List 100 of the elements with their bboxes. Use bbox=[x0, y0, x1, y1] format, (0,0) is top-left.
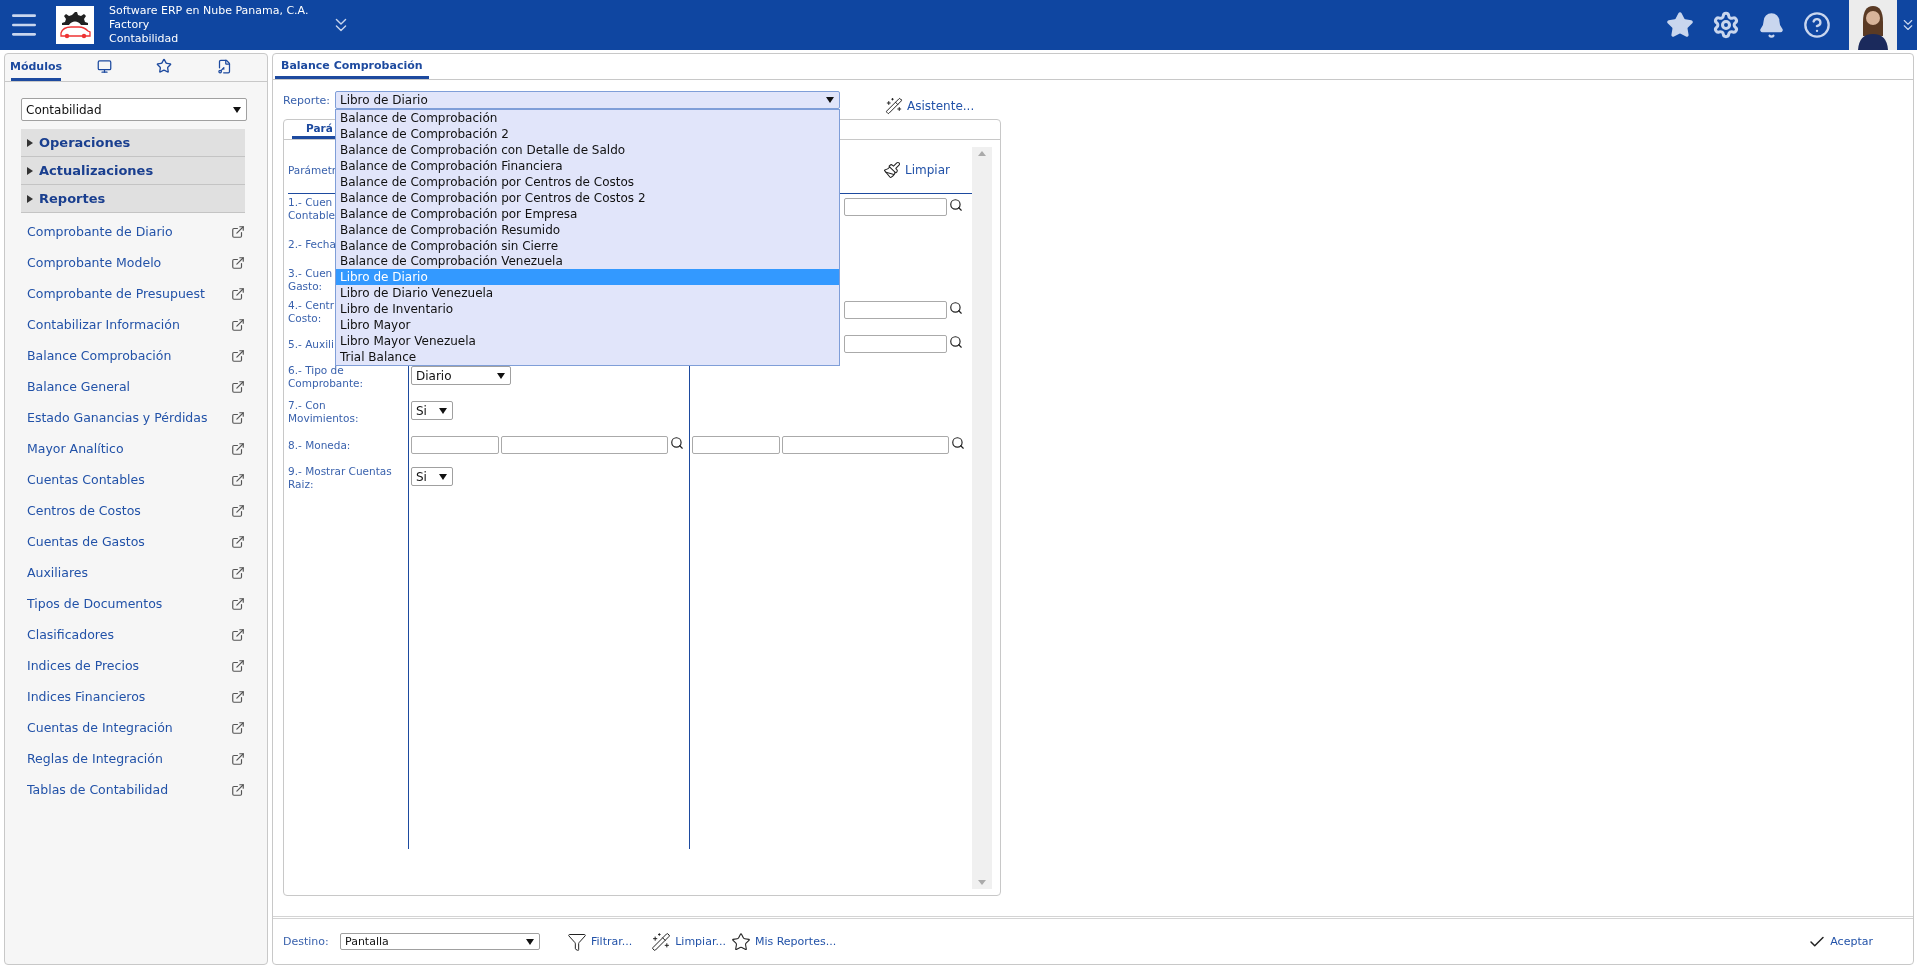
parameter-label: 9.- Mostrar Cuentas Raiz: bbox=[288, 465, 392, 491]
menu-item[interactable]: Balance Comprobación bbox=[21, 340, 245, 371]
menu-item[interactable]: Cuentas Contables bbox=[21, 464, 245, 495]
menu-item[interactable]: Cuentas de Gastos bbox=[21, 526, 245, 557]
star-icon bbox=[156, 58, 172, 74]
search-icon[interactable] bbox=[949, 198, 963, 212]
menu-item[interactable]: Indices Financieros bbox=[21, 681, 245, 712]
parameter-label: 3.- Cuen Gasto: bbox=[288, 267, 333, 293]
menu-item[interactable]: Comprobante Modelo bbox=[21, 247, 245, 278]
input-field[interactable] bbox=[501, 436, 668, 454]
select-field[interactable]: Si bbox=[411, 467, 453, 486]
toolbar-button[interactable]: Filtrar... bbox=[567, 931, 633, 952]
menu-item[interactable]: Centros de Costos bbox=[21, 495, 245, 526]
dropdown-option[interactable]: Balance de Comprobación por Centros de Costos 2 bbox=[335, 189, 839, 206]
dropdown-option[interactable]: Libro Mayor Venezuela bbox=[335, 333, 839, 350]
dropdown-option[interactable]: Balance de Comprobación bbox=[335, 110, 839, 126]
menu-item[interactable]: Estado Ganancias y Pérdidas bbox=[21, 402, 245, 433]
dropdown-option[interactable]: Libro de Inventario bbox=[335, 301, 839, 318]
input-field[interactable] bbox=[844, 301, 947, 319]
dropdown-option[interactable]: Balance de Comprobación 2 bbox=[335, 125, 839, 142]
dropdown-caret-icon bbox=[439, 473, 447, 480]
external-link-icon bbox=[231, 410, 245, 425]
menu-item[interactable]: Cuentas de Integración bbox=[21, 712, 245, 743]
accept-button[interactable]: Aceptar bbox=[1808, 932, 1873, 951]
external-link-icon bbox=[231, 751, 245, 766]
dropdown-caret-icon bbox=[497, 372, 505, 379]
star-icon[interactable] bbox=[1666, 11, 1694, 39]
destination-select[interactable]: Pantalla bbox=[340, 933, 540, 950]
menu-item[interactable]: Comprobante de Diario bbox=[21, 216, 245, 247]
document-icon bbox=[216, 58, 232, 74]
site-name: Factory bbox=[109, 18, 151, 32]
menu-item[interactable]: Balance General bbox=[21, 371, 245, 402]
monitor-icon bbox=[96, 58, 112, 74]
external-link-icon bbox=[231, 627, 245, 642]
search-icon[interactable] bbox=[951, 436, 965, 450]
external-link-icon bbox=[231, 720, 245, 735]
external-link-icon bbox=[231, 472, 245, 487]
external-link-icon bbox=[231, 255, 245, 270]
search-icon[interactable] bbox=[949, 301, 963, 315]
external-link-icon bbox=[231, 565, 245, 580]
menu-item[interactable]: Tablas de Contabilidad bbox=[21, 774, 245, 805]
menu-item[interactable]: Contabilizar Información bbox=[21, 309, 245, 340]
dropdown-caret-icon bbox=[526, 938, 534, 945]
wand-icon bbox=[651, 931, 672, 952]
help-icon[interactable] bbox=[1803, 11, 1831, 39]
external-link-icon bbox=[231, 379, 245, 394]
menu-section[interactable]: Reportes bbox=[21, 185, 245, 213]
toolbar-button[interactable]: Limpiar... bbox=[651, 931, 726, 952]
parameter-label: 5.- Auxili bbox=[288, 338, 334, 351]
dropdown-option[interactable]: Balance de Comprobación Resumido bbox=[335, 221, 839, 238]
dropdown-option[interactable]: Balance de Comprobación sin Cierre bbox=[335, 237, 839, 254]
input-field[interactable] bbox=[844, 335, 947, 353]
dropdown-option[interactable]: Balance de Comprobación Financiera bbox=[335, 157, 839, 174]
input-field[interactable] bbox=[692, 436, 780, 454]
tab[interactable]: Pará bbox=[292, 120, 335, 139]
menu-section[interactable]: Actualizaciones bbox=[21, 157, 245, 185]
dropdown-option[interactable]: Balance de Comprobación Venezuela bbox=[335, 253, 839, 270]
parameter-label: 4.- Centr Costo: bbox=[288, 299, 335, 325]
dropdown-option[interactable]: Libro de Diario Venezuela bbox=[335, 285, 839, 302]
module-select[interactable]: Contabilidad bbox=[21, 98, 247, 121]
dropdown-option[interactable]: Trial Balance bbox=[335, 349, 839, 365]
menu-section[interactable]: Operaciones bbox=[21, 129, 245, 157]
menu-item[interactable]: Tipos de Documentos bbox=[21, 588, 245, 619]
input-field[interactable] bbox=[782, 436, 949, 454]
external-link-icon bbox=[231, 689, 245, 704]
report-select[interactable]: Libro de Diario bbox=[334, 91, 840, 109]
report-label: Reporte: bbox=[283, 93, 330, 107]
menu-item[interactable]: Comprobante de Presupuest bbox=[21, 278, 245, 309]
external-link-icon bbox=[231, 286, 245, 301]
dropdown-option[interactable]: Balance de Comprobación por Centros de Costos bbox=[335, 173, 839, 190]
search-icon[interactable] bbox=[670, 436, 684, 450]
menu-item[interactable]: Clasificadores bbox=[21, 619, 245, 650]
input-field[interactable] bbox=[844, 198, 947, 216]
dropdown-option[interactable]: Balance de Comprobación por Empresa bbox=[335, 205, 839, 222]
brush-icon bbox=[883, 161, 902, 179]
menu-item[interactable]: Mayor Analítico bbox=[21, 433, 245, 464]
external-link-icon bbox=[231, 782, 245, 797]
assistant-link[interactable]: Asistente... bbox=[884, 97, 975, 115]
dropdown-option[interactable]: Balance de Comprobación con Detalle de Saldo bbox=[335, 141, 839, 158]
settings-icon[interactable] bbox=[1712, 11, 1740, 39]
dropdown-caret-icon bbox=[439, 407, 447, 414]
bell-icon[interactable] bbox=[1758, 11, 1785, 39]
dropdown-caret-icon bbox=[825, 97, 834, 103]
menu-item[interactable]: Indices de Precios bbox=[21, 650, 245, 681]
external-link-icon bbox=[231, 534, 245, 549]
avatar[interactable] bbox=[1849, 0, 1897, 50]
tab[interactable]: Balance Comprobación bbox=[275, 54, 429, 79]
search-icon[interactable] bbox=[949, 335, 963, 349]
menu-item[interactable]: Auxiliares bbox=[21, 557, 245, 588]
menu-item[interactable]: Reglas de Integración bbox=[21, 743, 245, 774]
triangle-icon bbox=[27, 166, 33, 175]
wand-icon bbox=[884, 97, 903, 115]
select-field[interactable]: Si bbox=[411, 401, 453, 420]
dropdown-option[interactable]: Libro Mayor bbox=[335, 317, 839, 334]
star-icon bbox=[730, 931, 751, 952]
input-field[interactable] bbox=[411, 436, 499, 454]
sidebar-tab[interactable]: Módulos bbox=[11, 54, 61, 81]
toolbar-button[interactable]: Mis Reportes... bbox=[730, 931, 837, 952]
select-field[interactable]: Diario bbox=[411, 366, 511, 385]
clear-button[interactable]: Limpiar bbox=[883, 161, 950, 179]
